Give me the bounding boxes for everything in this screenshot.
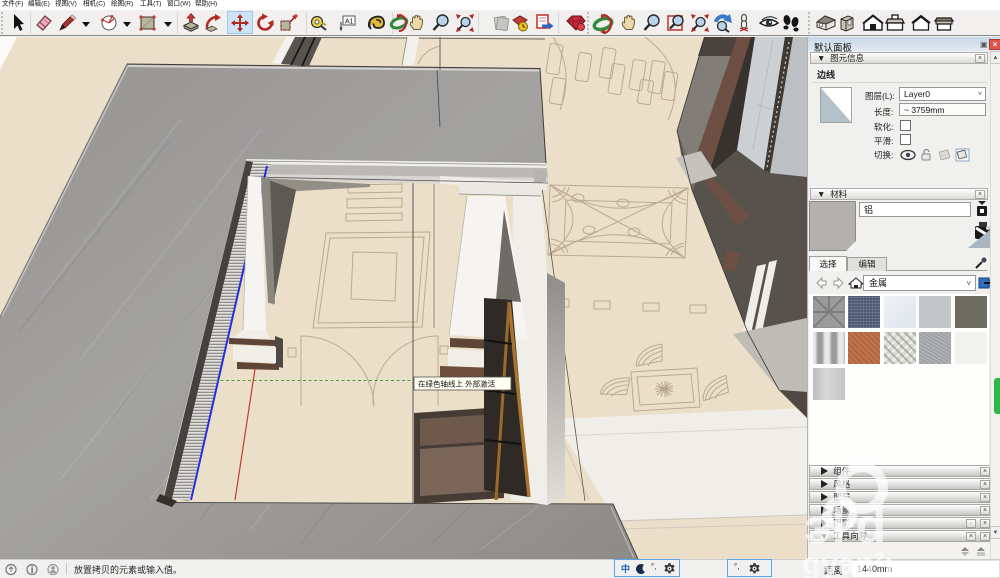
svg-text:A1: A1 xyxy=(345,19,354,26)
svg-text:在绿色轴线上 外部激活: 在绿色轴线上 外部激活 xyxy=(418,379,496,389)
